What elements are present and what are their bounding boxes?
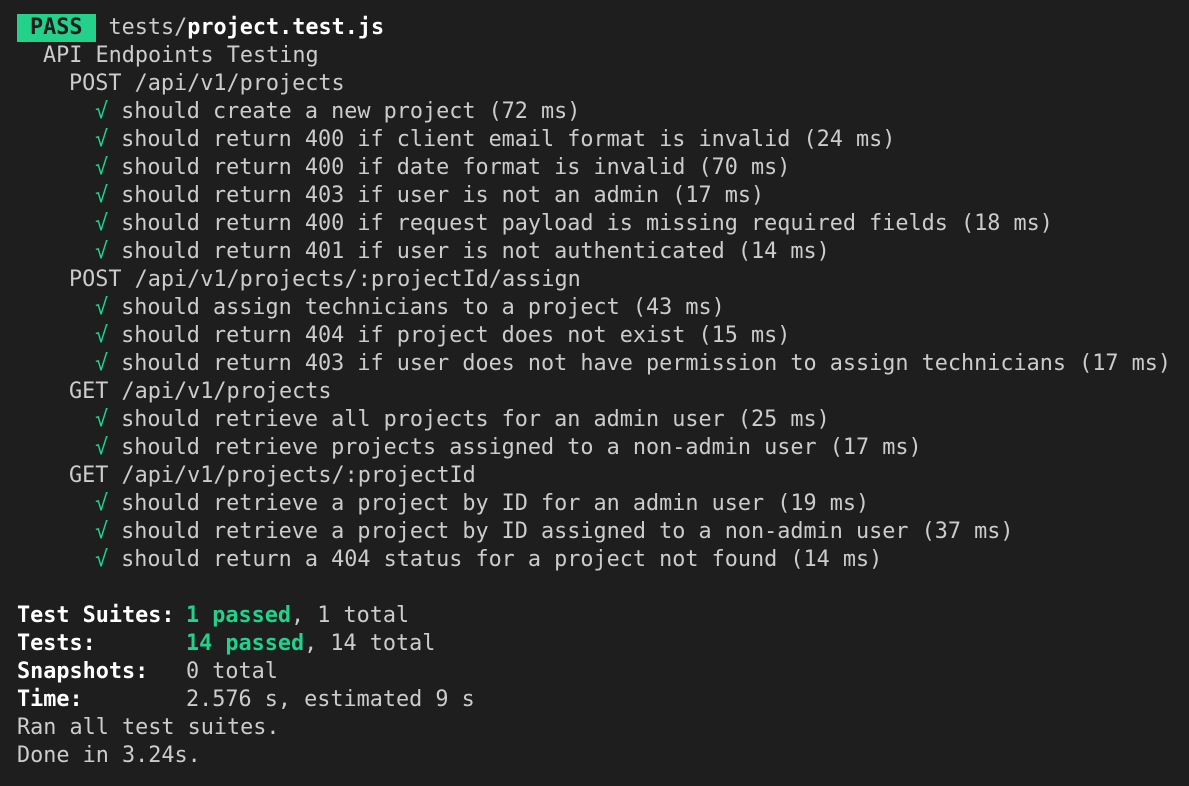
summary-suites-passed: 1 passed [186, 603, 291, 628]
test-file-header: PASS tests/project.test.js [17, 14, 1189, 42]
checkmark-icon: √ [95, 407, 109, 432]
checkmark-icon: √ [95, 519, 109, 544]
test-name: should retrieve all projects for an admi… [121, 407, 830, 432]
test-name: should retrieve projects assigned to a n… [121, 435, 922, 460]
test-result-row: √ should return 403 if user does not have… [17, 350, 1189, 378]
checkmark-icon: √ [95, 295, 109, 320]
summary-tests-passed: 14 passed [186, 631, 305, 656]
checkmark-icon: √ [95, 127, 109, 152]
checkmark-icon: √ [95, 183, 109, 208]
test-result-row: √ should return a 404 status for a projec… [17, 546, 1189, 574]
test-name: should return 403 if user does not have … [121, 351, 1171, 376]
test-result-row: √ should return 403 if user is not an adm… [17, 182, 1189, 210]
checkmark-icon: √ [95, 99, 109, 124]
summary-snapshots: Snapshots: 0 total [17, 658, 1189, 686]
test-name: should return a 404 status for a project… [121, 547, 883, 572]
test-name: should create a new project (72 ms) [121, 99, 581, 124]
pass-badge: PASS [17, 14, 96, 42]
checkmark-icon: √ [95, 155, 109, 180]
summary-tests-total: , 14 total [304, 631, 436, 656]
test-name: should return 400 if date format is inva… [121, 155, 791, 180]
test-name: should retrieve a project by ID assigned… [121, 519, 1014, 544]
checkmark-icon: √ [95, 239, 109, 264]
summary-time-label: Time: [17, 687, 83, 712]
test-name: should assign technicians to a project (… [121, 295, 725, 320]
summary-suites-total: , 1 total [290, 603, 410, 628]
describe-block-title: POST /api/v1/projects [69, 71, 345, 96]
summary-snapshots-value: 0 total [186, 659, 278, 684]
test-groups: POST /api/v1/projects √ should create a ne… [17, 70, 1189, 574]
test-result-row: √ should retrieve all projects for an adm… [17, 406, 1189, 434]
summary-time: Time: 2.576 s, estimated 9 s [17, 686, 1189, 714]
checkmark-icon: √ [95, 547, 109, 572]
test-result-row: √ should create a new project (72 ms) [17, 98, 1189, 126]
checkmark-icon: √ [95, 323, 109, 348]
checkmark-icon: √ [95, 211, 109, 236]
checkmark-icon: √ [95, 491, 109, 516]
test-name: should return 403 if user is not an admi… [121, 183, 765, 208]
test-name: should return 400 if client email format… [121, 127, 896, 152]
test-result-row: √ should return 404 if project does not e… [17, 322, 1189, 350]
checkmark-icon: √ [95, 351, 109, 376]
test-name: should return 404 if project does not ex… [121, 323, 791, 348]
test-name: should retrieve a project by ID for an a… [121, 491, 870, 516]
test-result-row: √ should retrieve projects assigned to a … [17, 434, 1189, 462]
suite-title: API Endpoints Testing [43, 43, 319, 68]
summary-tests-label: Tests: [17, 631, 96, 656]
summary-time-value: 2.576 s, estimated 9 s [186, 687, 475, 712]
test-name: should return 401 if user is not authent… [121, 239, 830, 264]
summary-suites-label: Test Suites: [17, 603, 175, 628]
test-result-row: √ should retrieve a project by ID for an … [17, 490, 1189, 518]
summary-snapshots-label: Snapshots: [17, 659, 149, 684]
test-name: should return 400 if request payload is … [121, 211, 1053, 236]
describe-block-title: GET /api/v1/projects [69, 379, 332, 404]
terminal-output: PASS tests/project.test.js API Endpoints … [0, 0, 1189, 786]
done-message: Done in 3.24s. [17, 743, 201, 768]
test-result-row: √ should retrieve a project by ID assigne… [17, 518, 1189, 546]
summary-suites: Test Suites: 1 passed, 1 total [17, 602, 1189, 630]
summary-tests: Tests: 14 passed, 14 total [17, 630, 1189, 658]
test-result-row: √ should return 400 if date format is inv… [17, 154, 1189, 182]
ran-all-message: Ran all test suites. [17, 715, 280, 740]
checkmark-icon: √ [95, 435, 109, 460]
test-file-name: project.test.js [187, 15, 385, 40]
describe-block-title: GET /api/v1/projects/:projectId [69, 463, 476, 488]
test-result-row: √ should return 400 if client email forma… [17, 126, 1189, 154]
describe-block-title: POST /api/v1/projects/:projectId/assign [69, 267, 581, 292]
test-result-row: √ should return 401 if user is not authen… [17, 238, 1189, 266]
test-file-dir: tests/ [108, 15, 188, 40]
test-result-row: √ should return 400 if request payload is… [17, 210, 1189, 238]
test-result-row: √ should assign technicians to a project … [17, 294, 1189, 322]
